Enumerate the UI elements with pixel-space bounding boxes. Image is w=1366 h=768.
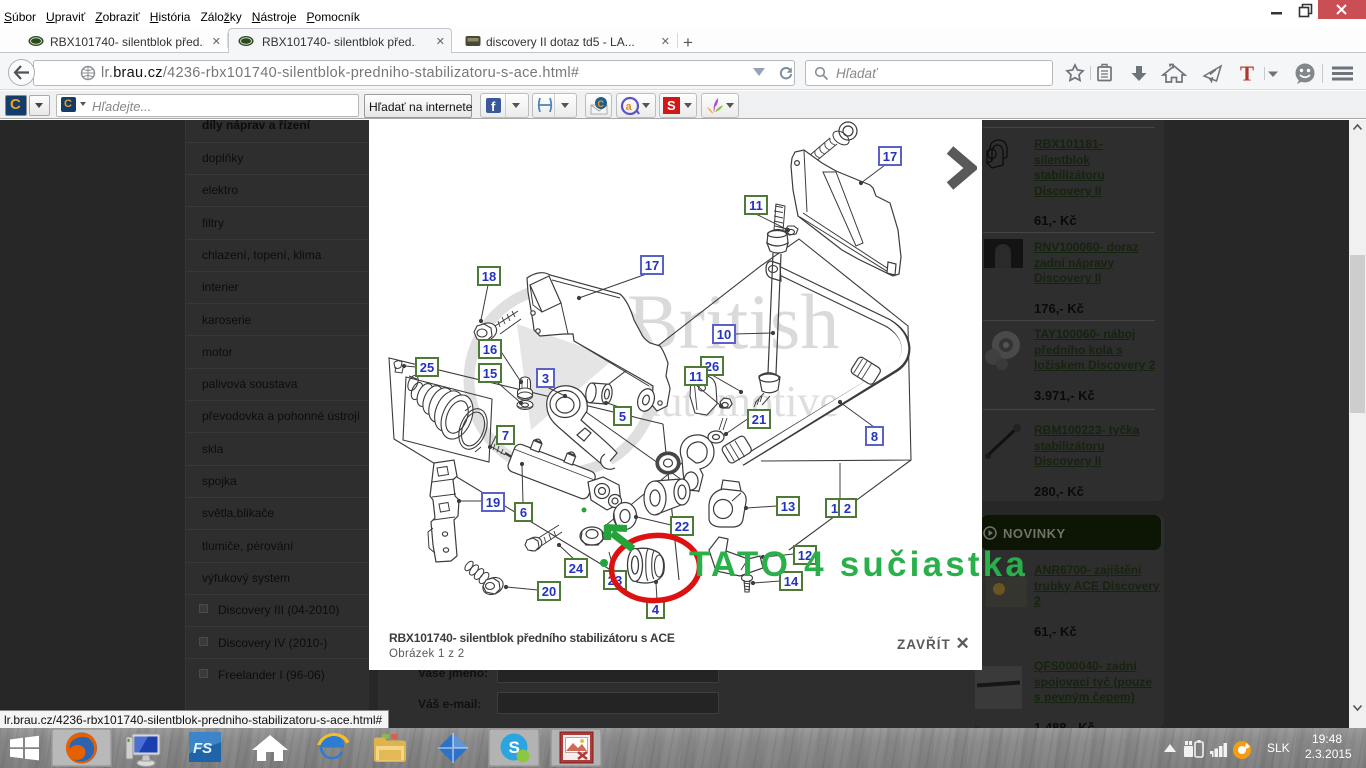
svg-text:24: 24 (569, 561, 584, 576)
svg-text:6: 6 (520, 505, 527, 520)
svg-text:11: 11 (749, 198, 763, 213)
svg-text:C: C (598, 99, 605, 109)
svg-text:1: 1 (831, 501, 838, 516)
svg-text:17: 17 (883, 149, 897, 164)
svg-text:FS: FS (193, 740, 212, 757)
svg-text:25: 25 (420, 360, 434, 375)
svg-text:10: 10 (717, 327, 731, 342)
svg-text:20: 20 (542, 584, 556, 599)
svg-text:19: 19 (486, 495, 500, 510)
svg-text:a: a (626, 101, 633, 113)
svg-text:2: 2 (844, 501, 851, 516)
svg-text:17: 17 (645, 258, 659, 273)
svg-text:18: 18 (482, 269, 496, 284)
svg-text:22: 22 (675, 519, 689, 534)
svg-text:T: T (1240, 62, 1254, 86)
svg-text:16: 16 (483, 342, 497, 357)
svg-text:7: 7 (502, 428, 509, 443)
svg-text:8: 8 (871, 429, 878, 444)
svg-text:5: 5 (619, 409, 626, 424)
svg-text:4: 4 (652, 602, 660, 617)
svg-text:15: 15 (483, 366, 497, 381)
svg-text:11: 11 (689, 369, 703, 384)
svg-text:21: 21 (752, 412, 766, 427)
svg-text:3: 3 (542, 371, 549, 386)
svg-text:13: 13 (781, 499, 795, 514)
